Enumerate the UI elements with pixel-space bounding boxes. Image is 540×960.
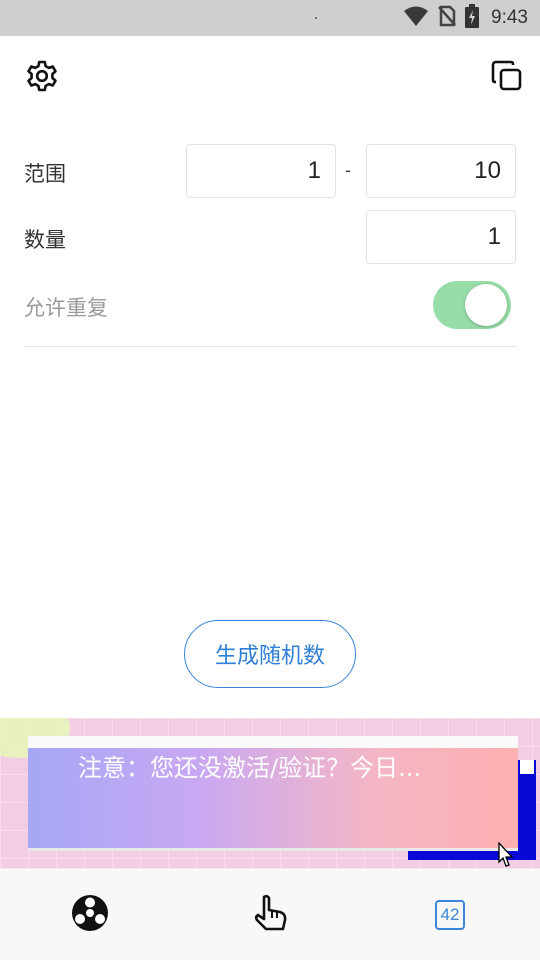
gear-icon bbox=[25, 59, 59, 97]
divider bbox=[24, 346, 516, 347]
wifi-icon bbox=[403, 5, 429, 31]
copy-icon bbox=[490, 59, 524, 97]
ad-side-panel bbox=[520, 760, 534, 774]
allow-repeat-toggle[interactable] bbox=[433, 281, 511, 329]
status-icons: 9:43 bbox=[403, 4, 528, 32]
range-separator: - bbox=[345, 160, 351, 180]
number-badge-icon: 42 bbox=[435, 900, 465, 930]
toggle-knob bbox=[465, 284, 507, 326]
range-label: 范围 bbox=[24, 162, 66, 186]
ad-banner[interactable]: 注意：您还没激活/验证？今日... bbox=[0, 718, 540, 868]
count-input[interactable] bbox=[366, 210, 516, 264]
clock-time: 9:43 bbox=[491, 7, 528, 28]
range-min-input[interactable] bbox=[186, 144, 336, 198]
generate-random-button[interactable]: 生成随机数 bbox=[184, 620, 356, 688]
battery-charging-icon bbox=[465, 4, 480, 32]
range-max-input[interactable] bbox=[366, 144, 516, 198]
no-sim-icon bbox=[437, 5, 457, 31]
count-label: 数量 bbox=[24, 228, 66, 252]
nav-item-wheel[interactable] bbox=[68, 893, 112, 937]
pointer-hand-icon bbox=[250, 893, 290, 937]
nav-item-pointer[interactable] bbox=[248, 893, 292, 937]
copy-button[interactable] bbox=[487, 58, 527, 98]
wheel-icon bbox=[70, 893, 110, 937]
bottom-nav: 42 bbox=[0, 868, 540, 960]
status-bar: 9:43 bbox=[0, 0, 540, 36]
status-dot bbox=[315, 17, 317, 19]
cursor-arrow-icon bbox=[498, 841, 514, 868]
app-screen: 9:43 范围 - 数量 允许重复 bbox=[0, 0, 540, 960]
ad-text: 注意：您还没激活/验证？今日... bbox=[78, 754, 421, 782]
settings-button[interactable] bbox=[22, 58, 62, 98]
nav-item-number[interactable]: 42 bbox=[428, 893, 472, 937]
allow-repeat-label: 允许重复 bbox=[24, 296, 108, 320]
